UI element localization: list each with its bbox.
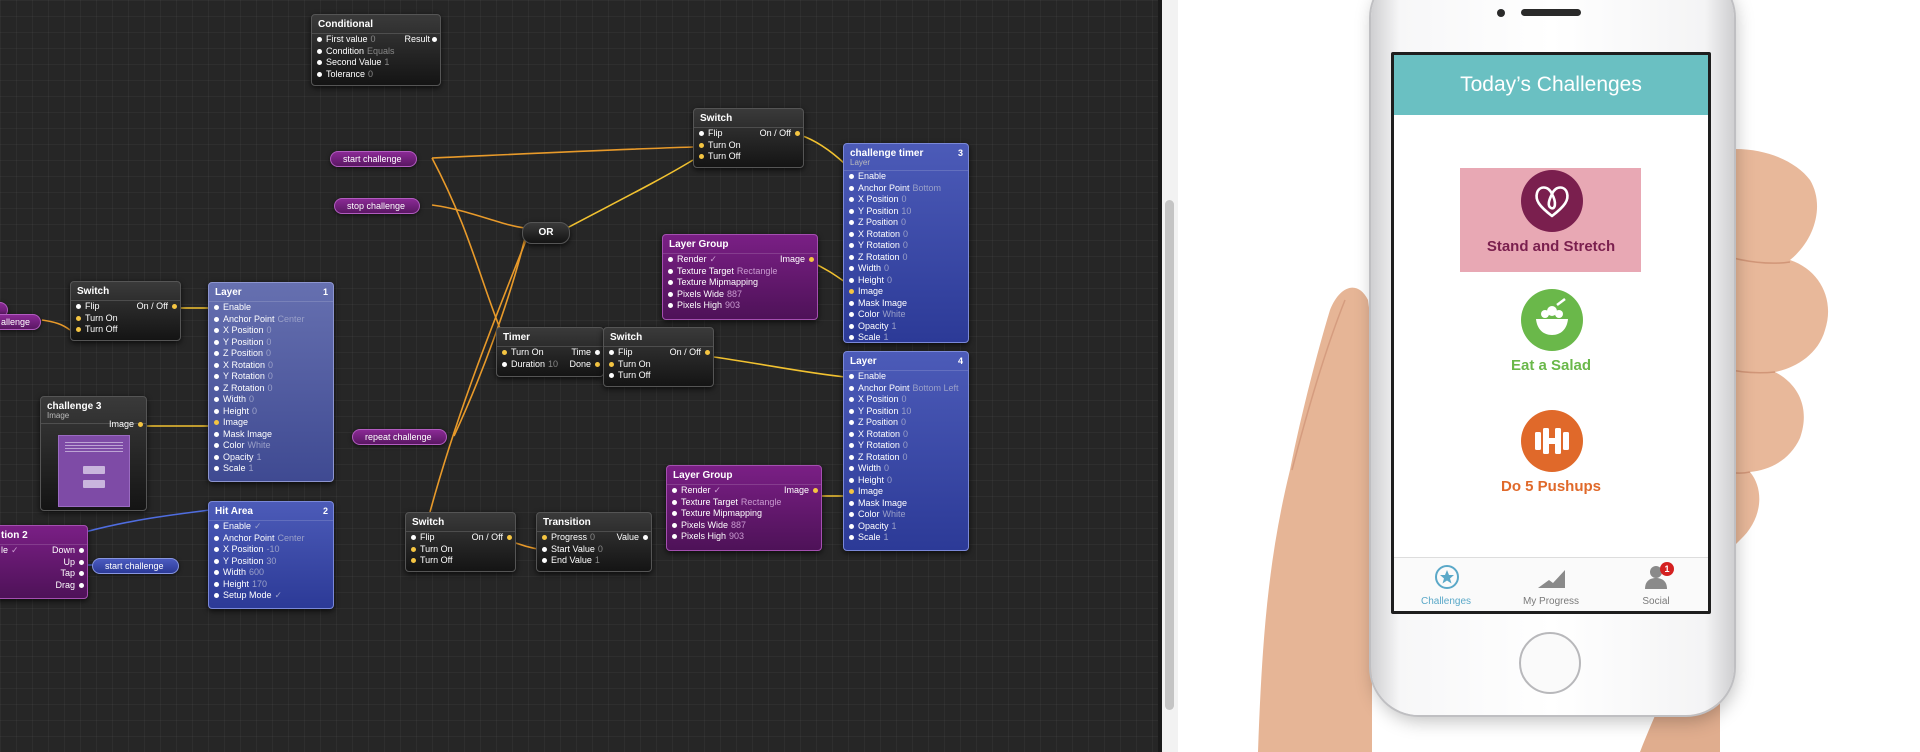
progress-chart-icon <box>1537 566 1567 595</box>
app-header-title: Today’s Challenges <box>1394 55 1708 115</box>
challenge-card-stand-and-stretch[interactable]: Stand and Stretch <box>1394 168 1708 272</box>
tab-label: My Progress <box>1522 596 1580 607</box>
challenge-label: Stand and Stretch <box>1486 238 1616 255</box>
earpiece-speaker <box>1521 9 1581 16</box>
tab-bar: Challenges My Progress 1 Social <box>1394 557 1708 611</box>
dumbbell-icon <box>1521 410 1583 472</box>
notification-badge: 1 <box>1660 562 1674 576</box>
challenge-card-eat-a-salad[interactable]: Eat a Salad <box>1394 289 1708 389</box>
challenge-card-do-5-pushups[interactable]: Do 5 Pushups <box>1394 410 1708 510</box>
tab-label: Challenges <box>1420 596 1472 607</box>
tab-label: Social <box>1642 596 1670 607</box>
app-screen: Today’s Challenges Stand and Stretch Eat… <box>1394 55 1708 611</box>
home-button[interactable] <box>1519 632 1581 694</box>
tab-my-progress[interactable]: My Progress <box>1499 558 1603 611</box>
star-badge-icon <box>1434 564 1460 595</box>
salad-bowl-icon <box>1521 289 1583 351</box>
challenge-label: Do 5 Pushups <box>1500 478 1601 495</box>
front-camera <box>1497 9 1505 17</box>
tab-social[interactable]: 1 Social <box>1604 558 1708 611</box>
tab-challenges[interactable]: Challenges <box>1394 558 1498 611</box>
challenge-label: Eat a Salad <box>1510 357 1592 374</box>
heart-loop-icon <box>1521 170 1583 232</box>
phone-screen: Today’s Challenges Stand and Stretch Eat… <box>1391 52 1711 614</box>
